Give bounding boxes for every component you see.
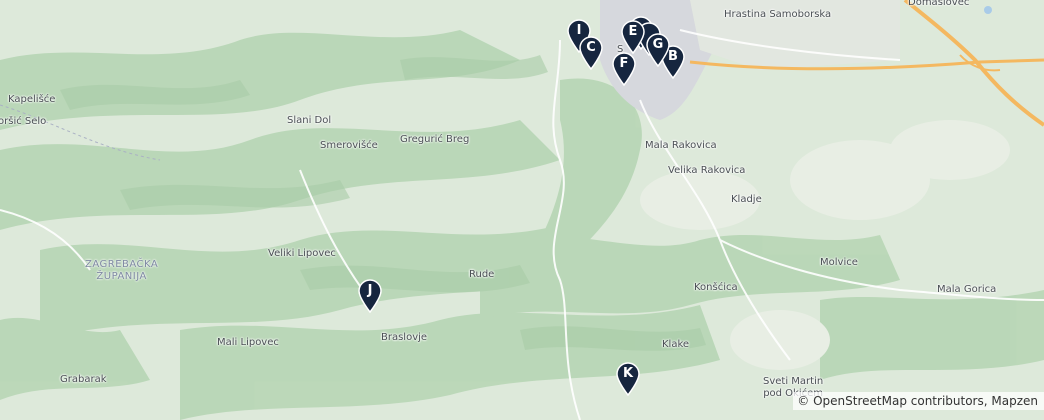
place-label-smerovisce: Smerovišće — [320, 140, 378, 151]
map-marker-f[interactable]: F — [611, 52, 637, 86]
place-label-mala-gorica: Mala Gorica — [937, 284, 997, 295]
marker-label: K — [622, 366, 634, 381]
place-label-veliki-lipovec: Veliki Lipovec — [268, 248, 336, 259]
mapzen-attribution-link[interactable]: Mapzen — [991, 394, 1038, 408]
place-label-kapelisce: Kapelišće — [8, 94, 56, 105]
place-label-mali-lipovec: Mali Lipovec — [217, 337, 279, 348]
place-label-slani-dol: Slani Dol — [287, 115, 332, 126]
place-label-greguric-breg: Gregurić Breg — [400, 134, 470, 145]
map-marker-c[interactable]: C — [578, 36, 604, 70]
marker-label: G — [652, 37, 664, 52]
place-label-konscica: Konšćica — [694, 282, 738, 293]
place-label-kladje: Kladje — [731, 194, 762, 205]
region-label-zagrebacka-zupanija: ZAGREBAČKA ŽUPANIJA — [85, 259, 159, 282]
place-label-velika-rakovica: Velika Rakovica — [668, 165, 746, 176]
osm-attribution-link[interactable]: OpenStreetMap contributors — [813, 394, 984, 408]
marker-label: E — [628, 24, 638, 39]
map-marker-j[interactable]: J — [357, 279, 383, 313]
place-label-rude: Rude — [469, 269, 495, 280]
marker-label: F — [619, 56, 629, 71]
place-label-domaslovec: Domaslovec — [908, 0, 970, 8]
map-marker-g[interactable]: G — [645, 33, 671, 67]
map-attribution: © OpenStreetMap contributors, Mapzen — [793, 392, 1044, 410]
map-marker-k[interactable]: K — [615, 362, 641, 396]
map-base-layer — [0, 0, 1044, 420]
marker-label: J — [367, 283, 373, 298]
place-label-klake: Klake — [662, 339, 690, 350]
place-label-orsic-selo: oršić Selo — [0, 116, 47, 127]
place-label-mala-rakovica: Mala Rakovica — [645, 140, 717, 151]
marker-label: C — [586, 40, 596, 55]
place-label-hrastina-samoborska: Hrastina Samoborska — [724, 9, 832, 20]
place-label-braslovje: Braslovje — [381, 332, 428, 343]
map-canvas[interactable]: Hrastina Samoborska Domaslovec Kapelišće… — [0, 0, 1044, 420]
map-marker-e[interactable]: E — [620, 20, 646, 54]
attribution-prefix: © — [797, 394, 814, 408]
place-label-grabarak: Grabarak — [60, 374, 107, 385]
place-label-molvice: Molvice — [820, 257, 858, 268]
